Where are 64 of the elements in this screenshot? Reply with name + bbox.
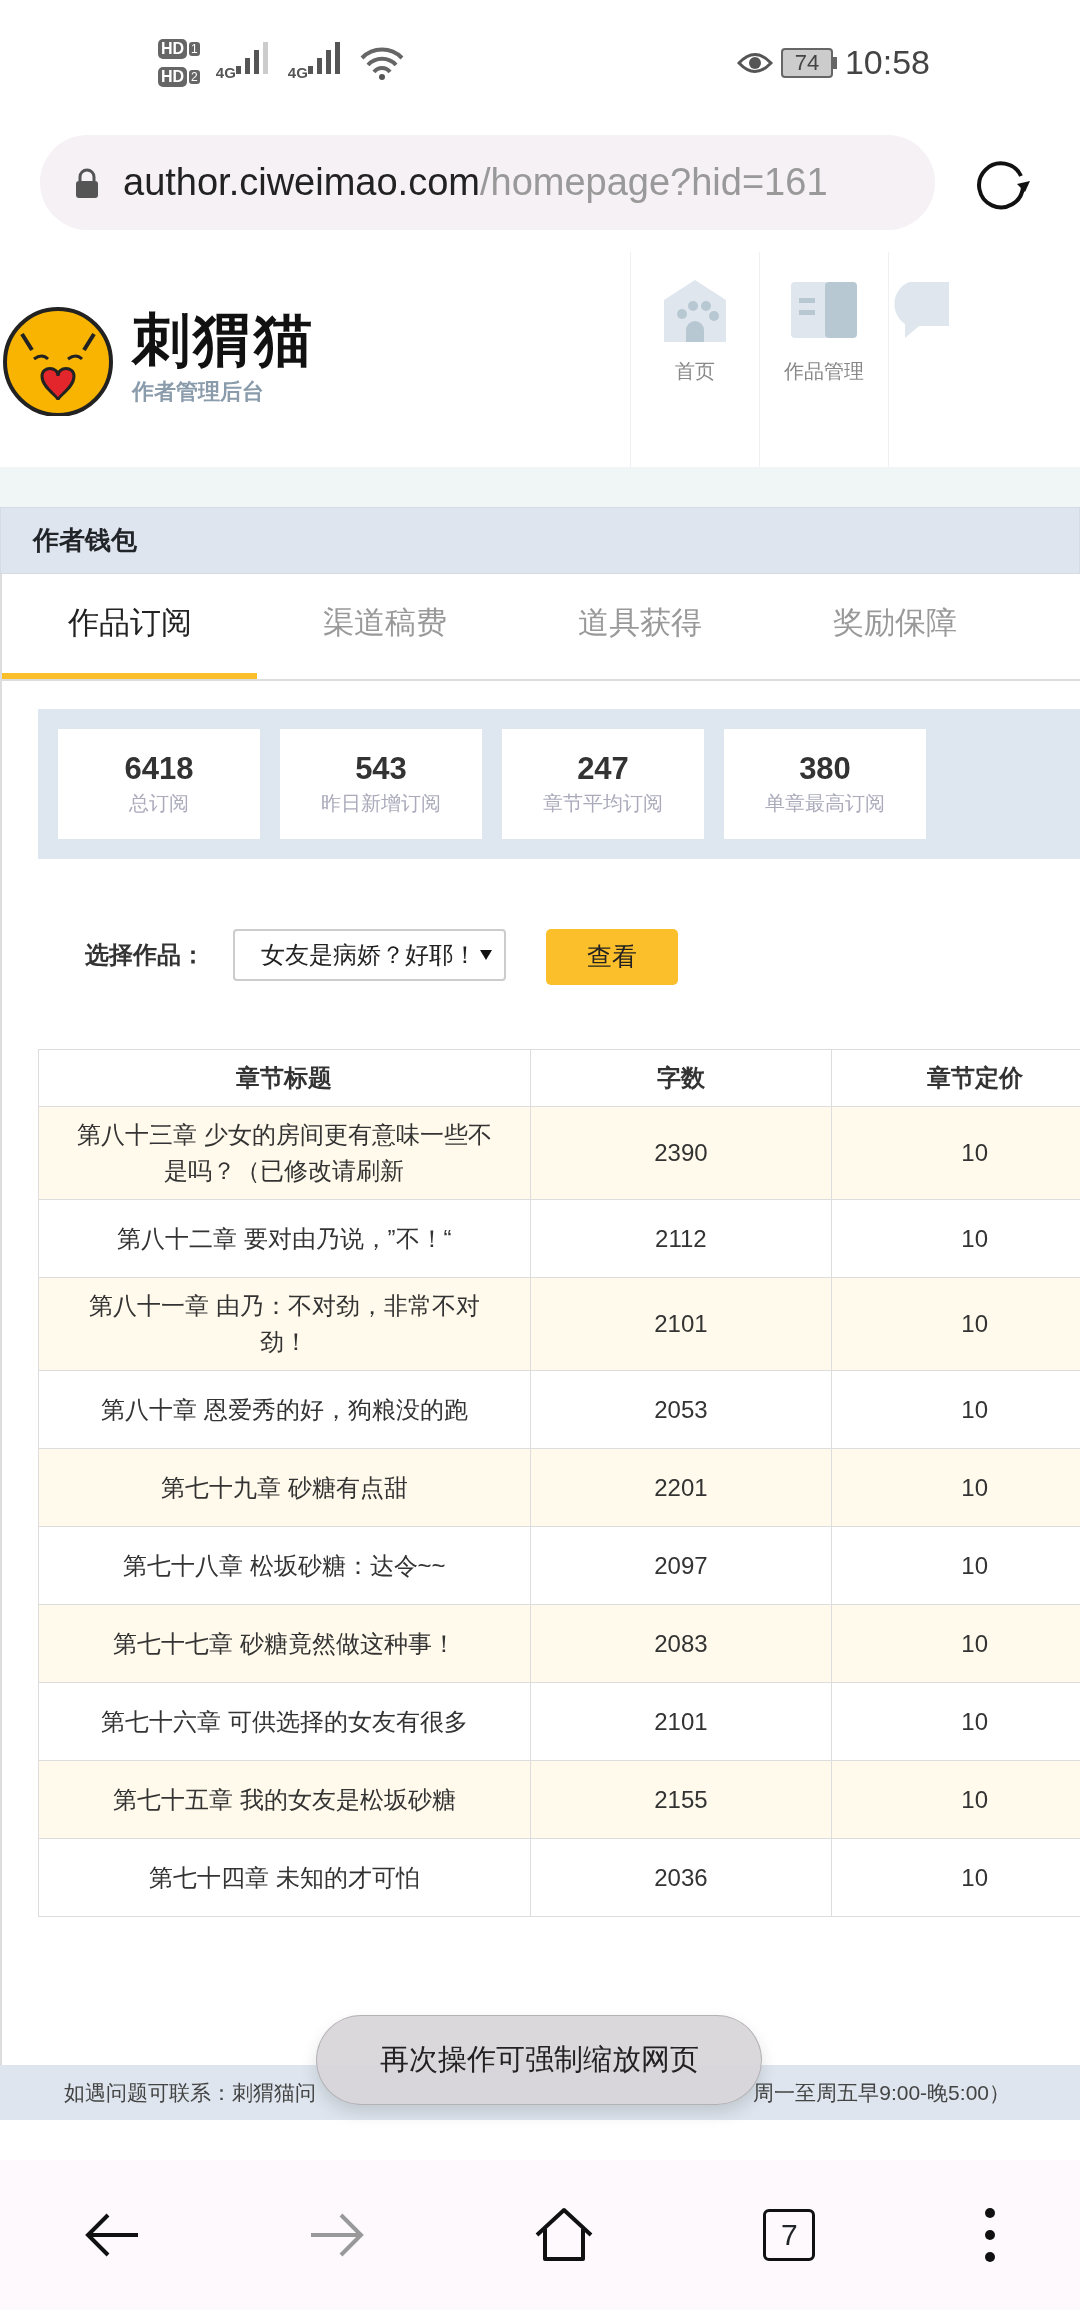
url-path: /homepage?hid=161 [479,160,828,205]
stat-value: 6418 [124,750,194,788]
back-arrow-icon[interactable] [84,2213,141,2257]
table-cell: 2390 [530,1106,832,1200]
more-menu-icon[interactable] [983,2207,996,2263]
table-cell: 2101 [530,1277,832,1371]
stat-label: 总订阅 [129,790,189,816]
column-header: 章节定价 [831,1049,1080,1107]
nav-link[interactable]: 首页 [675,356,715,386]
tab[interactable]: 作品订阅 [2,574,257,679]
table-cell: 10 [831,1604,1080,1683]
table-cell: 第七十七章 砂糖竟然做这种事！ [38,1604,531,1683]
caret-icon [480,949,492,961]
column-header: 字数 [530,1049,832,1107]
table-cell: 第七十六章 可供选择的女友有很多 [38,1682,531,1761]
view-button[interactable]: 查看 [546,929,678,985]
table-cell: 10 [831,1448,1080,1527]
table-cell: 第七十八章 松坂砂糖：达令~~ [38,1526,531,1605]
work-select[interactable]: 女友是病娇？好耶！ [233,929,506,981]
table-cell: 2112 [530,1199,832,1278]
stat-label: 单章最高订阅 [765,790,885,816]
url-host: author.ciweimao.com [123,160,480,205]
section-title: 作者钱包 [0,507,1080,574]
clock-time: 10:58 [844,42,930,83]
table-cell: 2155 [530,1760,832,1839]
stat-label: 章节平均订阅 [543,790,663,816]
address-bar[interactable]: author.ciweimao.com/homepage?hid=161 [40,135,935,230]
table-cell: 2036 [530,1838,832,1917]
battery-level: 74 [780,47,833,78]
footer-contact-text: 如遇问题可联系：刺猬猫问 [64,2079,316,2106]
table-cell: 第七十五章 我的女友是松坂砂糖 [38,1760,531,1839]
network-type: 4G [215,63,236,84]
forward-arrow-icon[interactable] [308,2213,365,2257]
stat-value: 543 [355,750,407,788]
table-cell: 10 [831,1277,1080,1371]
table-cell: 第八十一章 由乃：不对劲，非常不对劲！ [38,1277,531,1371]
table-cell: 第八十二章 要对由乃说，”不！“ [38,1199,531,1278]
nav-link[interactable]: 作品管理 [784,356,864,386]
table-cell: 2053 [530,1370,832,1449]
lock-icon [75,167,99,198]
table-cell: 2101 [530,1682,832,1761]
table-cell: 2083 [530,1604,832,1683]
network-type: 4G [287,63,308,84]
table-cell: 第七十四章 未知的才可怕 [38,1838,531,1917]
tab-count-button[interactable]: 7 [763,2209,816,2261]
stat-value: 247 [577,750,629,788]
wifi-icon [359,45,404,80]
sim-slot-number: 2 [189,69,200,84]
table-cell: 2097 [530,1526,832,1605]
brand-subtitle: 作者管理后台 [132,378,265,406]
sim-badge: HD [158,38,188,59]
stat-value: 380 [799,750,851,788]
column-header: 章节标题 [38,1049,531,1107]
table-cell: 10 [831,1760,1080,1839]
table-cell: 10 [831,1106,1080,1200]
brand-name: 刺猬猫 [132,311,315,369]
table-cell: 第八十三章 少女的房间更有意味一些不是吗？（已修改请刷新 [38,1106,531,1200]
stat-label: 昨日新增订阅 [321,790,441,816]
sim-badge: HD [158,66,188,87]
select-label: 选择作品： [85,940,205,970]
table-cell: 第八十章 恩爱秀的好，狗粮没的跑 [38,1370,531,1449]
table-cell: 2201 [530,1448,832,1527]
sim-slot-number: 1 [189,41,200,56]
table-cell: 第七十九章 砂糖有点甜 [38,1448,531,1527]
